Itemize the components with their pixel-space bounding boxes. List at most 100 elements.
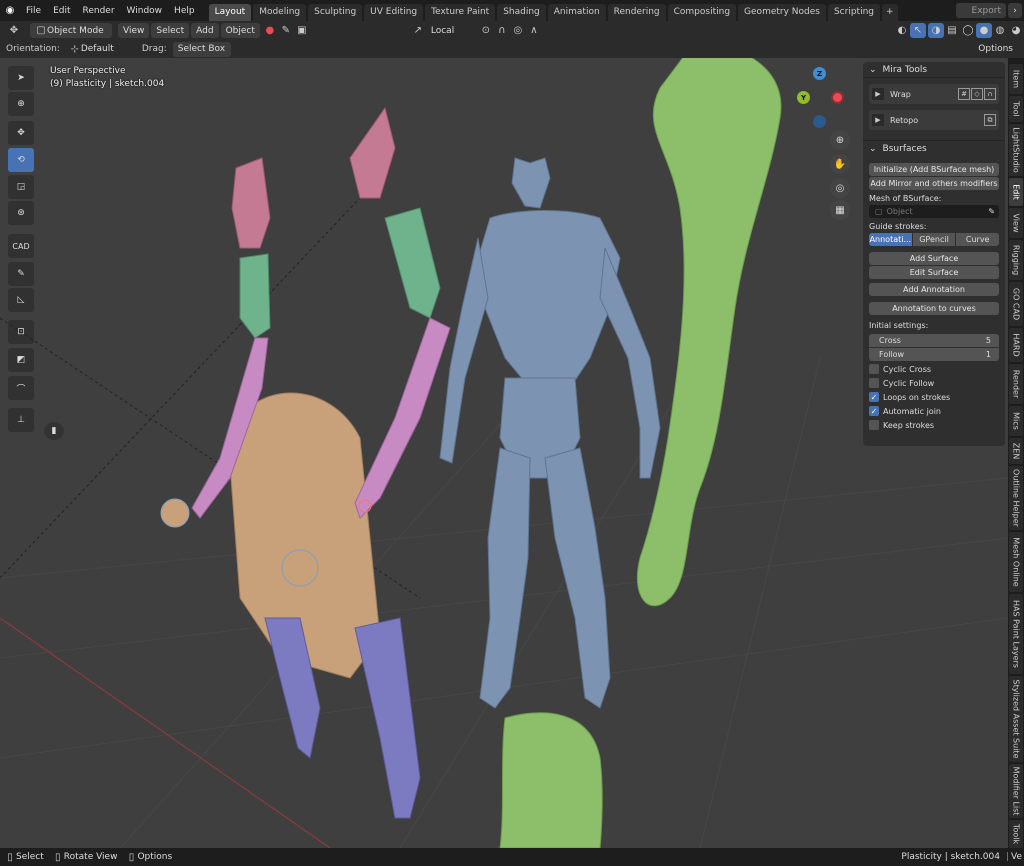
guide-option-gpencil[interactable]: GPencil: [911, 233, 956, 246]
tab-geometry-nodes[interactable]: Geometry Nodes: [738, 3, 826, 21]
gizmo-y-axis[interactable]: Y: [797, 91, 810, 104]
rendered-shading-icon[interactable]: ◕: [1008, 23, 1024, 38]
tab-outline-helper[interactable]: Outline Helper: [1009, 466, 1023, 530]
visibility-icon[interactable]: ◐: [894, 23, 910, 38]
annotation-to-curves-button[interactable]: Annotation to curves: [869, 302, 999, 315]
mode-dropdown[interactable]: ▢ Object Mode: [30, 23, 112, 38]
automatic-join-checkbox[interactable]: ✓ Automatic join: [869, 405, 941, 417]
menu-render[interactable]: Render: [77, 6, 121, 16]
viewport-toggle-button[interactable]: ▮: [44, 422, 64, 440]
cyclic-cross-checkbox[interactable]: Cyclic Cross: [869, 363, 931, 375]
options-dropdown[interactable]: Options: [973, 42, 1018, 57]
tab-sculpting[interactable]: Sculpting: [308, 3, 363, 21]
menu-window[interactable]: Window: [121, 6, 169, 16]
guide-option-annotation[interactable]: Annotati...: [869, 233, 912, 246]
add-cube-tool[interactable]: ⊡: [8, 320, 34, 344]
grid-icon[interactable]: #: [958, 88, 970, 100]
transform-tool[interactable]: ⊛: [8, 201, 34, 225]
gizmo-toggle-icon[interactable]: ↖: [910, 23, 926, 38]
tab-lightstudio[interactable]: LightStudio: [1009, 124, 1023, 176]
cross-field[interactable]: Cross 5: [869, 334, 999, 347]
curve-tool[interactable]: ⌒: [8, 376, 34, 400]
gizmo-neg-z-axis[interactable]: [813, 115, 826, 128]
pivot-icon[interactable]: ⊙: [478, 23, 494, 38]
menu-help[interactable]: Help: [168, 6, 201, 16]
zoom-icon[interactable]: ⊕: [830, 130, 850, 150]
gpencil-icon[interactable]: ✎: [278, 23, 294, 38]
cyclic-follow-checkbox[interactable]: Cyclic Follow: [869, 377, 934, 389]
solid-shading-icon[interactable]: ●: [976, 23, 992, 38]
tab-animation[interactable]: Animation: [547, 3, 606, 21]
tab-hard[interactable]: HARD: [1009, 328, 1023, 362]
tab-scripting[interactable]: Scripting: [827, 3, 880, 21]
add-surface-button[interactable]: Add Surface: [869, 252, 999, 265]
tab-edit[interactable]: Edit: [1009, 178, 1023, 206]
cad-tool[interactable]: CAD: [8, 234, 34, 258]
tab-mics[interactable]: Mics: [1009, 406, 1023, 436]
cursor-3d-tool[interactable]: ⊕: [8, 92, 34, 116]
ortho-grid-icon[interactable]: ▦: [830, 200, 850, 220]
gizmo-z-axis[interactable]: Z: [813, 67, 826, 80]
keep-strokes-checkbox[interactable]: Keep strokes: [869, 419, 934, 431]
tab-tool[interactable]: Tool: [1009, 96, 1023, 122]
object-field[interactable]: ▢ Object ✎: [869, 205, 999, 218]
tab-shading[interactable]: Shading: [497, 3, 546, 21]
tab-rigging[interactable]: Rigging: [1009, 240, 1023, 280]
proportional-edit-icon[interactable]: ◎: [510, 23, 526, 38]
xray-icon[interactable]: ▤: [944, 23, 960, 38]
object-menu[interactable]: Object: [220, 23, 260, 38]
rotate-tool[interactable]: ⟲: [8, 148, 34, 172]
snapping-magnet-icon[interactable]: ∩: [494, 23, 510, 38]
follow-field[interactable]: Follow 1: [869, 348, 999, 361]
drag-dropdown[interactable]: Select Box: [172, 41, 231, 57]
mira-wrap-row[interactable]: ▶ Wrap # ◇ ∩: [869, 84, 999, 104]
add-annotation-button[interactable]: Add Annotation: [869, 283, 999, 296]
view-menu[interactable]: View: [118, 23, 150, 38]
add-mirror-button[interactable]: Add Mirror and others modifiers: [869, 177, 999, 190]
move-tool[interactable]: ✥: [8, 121, 34, 145]
menu-edit[interactable]: Edit: [47, 6, 76, 16]
arch-icon[interactable]: ∩: [984, 88, 996, 100]
edit-surface-button[interactable]: Edit Surface: [869, 266, 999, 279]
scale-tool[interactable]: ◲: [8, 175, 34, 199]
3d-viewport[interactable]: User Perspective (9) Plasticity | sketch…: [0, 58, 1008, 848]
overlay-toggle-icon[interactable]: ◑: [928, 23, 944, 38]
record-icon[interactable]: ●: [262, 23, 278, 38]
add-workspace-icon[interactable]: +: [882, 3, 898, 21]
wireframe-shading-icon[interactable]: ◯: [960, 23, 976, 38]
falloff-icon[interactable]: ∧: [526, 23, 542, 38]
export-arrow-icon[interactable]: ›: [1008, 3, 1022, 18]
material-shading-icon[interactable]: ◍: [992, 23, 1008, 38]
copy-icon[interactable]: ⧉: [984, 114, 996, 126]
tab-layout[interactable]: Layout: [208, 3, 252, 21]
transform-orientation-dropdown[interactable]: Local: [426, 23, 476, 38]
tab-view[interactable]: View: [1009, 208, 1023, 238]
add-menu[interactable]: Add: [191, 23, 219, 38]
editor-type-icon[interactable]: ✥: [6, 23, 22, 38]
snap-icon[interactable]: ▣: [294, 23, 310, 38]
annotate-tool[interactable]: ✎: [8, 262, 34, 286]
axis-tool[interactable]: ⊥: [8, 408, 34, 432]
gizmo-x-axis[interactable]: [831, 91, 844, 104]
tab-toolkit[interactable]: Toolk: [1009, 820, 1023, 848]
mira-tools-header[interactable]: ⌄ Mira Tools: [863, 62, 1005, 78]
tab-modifier-list[interactable]: Modifier List: [1009, 764, 1023, 818]
cursor-tool[interactable]: ➤: [8, 66, 34, 90]
tab-zen[interactable]: ZEN: [1009, 438, 1023, 464]
tab-modeling[interactable]: Modeling: [253, 3, 307, 21]
menu-file[interactable]: File: [20, 6, 47, 16]
tab-has-paint-layers[interactable]: HAS Paint Layers: [1009, 594, 1023, 674]
initialize-button[interactable]: Initialize (Add BSurface mesh): [869, 163, 999, 176]
pan-hand-icon[interactable]: ✋: [830, 154, 850, 174]
measure-tool[interactable]: ◺: [8, 288, 34, 312]
tab-mesh-online[interactable]: Mesh Online: [1009, 532, 1023, 592]
export-button[interactable]: Export: [956, 3, 1006, 18]
loops-on-strokes-checkbox[interactable]: ✓ Loops on strokes: [869, 391, 950, 403]
tab-compositing[interactable]: Compositing: [667, 3, 737, 21]
tab-texture-paint[interactable]: Texture Paint: [425, 3, 496, 21]
diamond-icon[interactable]: ◇: [971, 88, 983, 100]
mira-retopo-row[interactable]: ▶ Retopo ⧉: [869, 110, 999, 130]
tab-rendering[interactable]: Rendering: [607, 3, 666, 21]
select-menu[interactable]: Select: [151, 23, 190, 38]
bsurface-tool[interactable]: ◩: [8, 348, 34, 372]
